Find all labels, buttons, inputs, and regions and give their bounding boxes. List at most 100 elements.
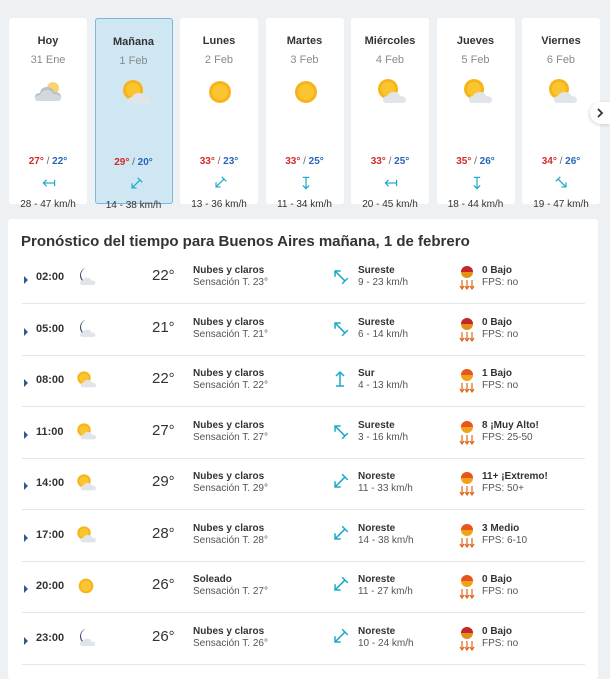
max-temperature: 29°: [114, 157, 130, 168]
day-wind-speed: 20 - 45 km/h: [362, 199, 418, 210]
row-wind-speed: 9 - 23 km/h: [358, 277, 409, 288]
temperature-separator: /: [559, 156, 563, 167]
row-wind-speed: 3 - 16 km/h: [358, 431, 409, 443]
row-wind-direction: Noreste: [358, 522, 396, 534]
row-feels-like: Sensación T. 26°: [193, 637, 268, 649]
forecast-row[interactable]: 11:00 27° Nubes y claros Sensación T. 27° Su…: [22, 407, 585, 459]
row-feels-like: Sensación T. 22°: [193, 380, 268, 391]
min-temperature: 22°: [52, 156, 68, 167]
row-uv-index: 3 Medio: [482, 522, 520, 534]
expand-caret-icon[interactable]: [22, 530, 30, 542]
uv-night-icon: [458, 316, 476, 342]
row-feels-like: Sensación T. 27°: [193, 586, 268, 597]
day-temperatures: 33° / 23°: [180, 156, 258, 167]
day-card-3[interactable]: Martes 3 Feb 33° / 25° 11 - 34 km/h: [265, 18, 344, 210]
temperature-separator: /: [303, 156, 306, 167]
uv-sun-icon: [458, 522, 476, 548]
sun-cloud-icon: [373, 74, 409, 110]
uv-night-icon: [458, 625, 476, 651]
day-name: Mañana: [113, 36, 154, 48]
day-card-4[interactable]: Miércoles 4 Feb 33° / 25° 20 - 45 km/h: [351, 18, 429, 210]
forecast-row[interactable]: 05:00 21° Nubes y claros Sensación T. 21° Su…: [22, 304, 585, 356]
sun-icon: [74, 574, 98, 598]
max-temperature: 33°: [285, 156, 301, 167]
day-temperatures: 27° / 22°: [9, 156, 87, 167]
next-days-button[interactable]: [590, 102, 610, 124]
day-wind-speed: 28 - 47 km/h: [20, 199, 76, 210]
day-name: Martes: [286, 35, 323, 47]
min-temperature: 23°: [223, 156, 239, 167]
chevron-right-icon: [597, 108, 604, 118]
row-time: 14:00: [36, 477, 65, 489]
row-sky-description: Nubes y claros: [193, 471, 265, 482]
moon-cloud-icon: [74, 626, 98, 650]
row-time: 11:00: [36, 425, 64, 438]
sun-icon: [202, 74, 238, 110]
expand-caret-icon[interactable]: [22, 478, 30, 490]
expand-caret-icon[interactable]: [22, 633, 30, 645]
wind-arrow-southwest-icon: [126, 176, 146, 190]
row-temperature: 21°: [152, 318, 175, 336]
cloudy-icon: [31, 74, 67, 110]
row-wind-speed: 11 - 27 km/h: [358, 586, 413, 597]
row-sky-description: Soleado: [193, 574, 232, 585]
row-wind-speed: 11 - 33 km/h: [358, 483, 413, 494]
day-date: 1 Feb: [119, 55, 148, 67]
max-temperature: 33°: [199, 156, 215, 167]
day-date: 4 Feb: [375, 54, 405, 66]
row-temperature: 28°: [152, 524, 175, 542]
row-temperature: 22°: [152, 267, 175, 284]
day-temperatures: 33° / 25°: [266, 156, 344, 167]
row-sky-description: Nubes y claros: [193, 368, 265, 379]
row-fps: FPS: 6-10: [482, 534, 528, 546]
forecast-row[interactable]: 17:00 28° Nubes y claros Sensación T. 28° No…: [22, 510, 585, 562]
expand-caret-icon[interactable]: [22, 427, 30, 439]
day-temperatures: 34° / 26°: [522, 156, 600, 167]
expand-caret-icon[interactable]: [22, 272, 30, 284]
day-card-5[interactable]: Jueves 5 Feb 35° / 26° 18 - 44 km/h: [436, 18, 515, 210]
forecast-row[interactable]: 14:00 29° Nubes y claros Sensación T. 29° No…: [22, 458, 585, 510]
page-title: Pronóstico del tiempo para Buenos Aires …: [21, 233, 470, 250]
wind-arrow-southwest-icon: [210, 175, 230, 189]
forecast-row[interactable]: 23:00 26° Nubes y claros Sensación T. 26° No…: [22, 613, 585, 665]
row-wind-direction: Sureste: [358, 316, 395, 328]
row-uv-index: 0 Bajo: [482, 625, 513, 637]
expand-caret-icon[interactable]: [22, 324, 30, 336]
sun-cloud-icon: [544, 74, 580, 110]
row-fps: FPS: no: [482, 586, 519, 597]
wind-arrow-west-icon: [381, 175, 401, 189]
row-sky-description: Nubes y claros: [193, 625, 265, 637]
day-card-2[interactable]: Lunes 2 Feb 33° / 23° 13 - 36 km/h: [180, 18, 258, 210]
day-name: Viernes: [541, 35, 581, 47]
row-fps: FPS: no: [482, 637, 519, 649]
expand-caret-icon[interactable]: [22, 581, 30, 593]
row-uv-index: 11+ ¡Extremo!: [482, 471, 548, 482]
sun-cloud-icon: [118, 75, 154, 111]
expand-caret-icon[interactable]: [22, 375, 30, 387]
day-date: 5 Feb: [461, 54, 490, 66]
day-wind-speed: 19 - 47 km/h: [533, 199, 589, 210]
uv-night-icon: [458, 264, 476, 291]
row-wind-speed: 14 - 38 km/h: [358, 534, 414, 546]
row-time: 05:00: [36, 322, 65, 335]
day-card-0[interactable]: Hoy 31 Ene 27° / 22° 28 - 47 km/h: [9, 18, 87, 210]
min-temperature: 26°: [479, 156, 495, 167]
forecast-row[interactable]: 20:00 26° Soleado Sensación T. 27° Noreste 11…: [22, 561, 585, 613]
temperature-separator: /: [217, 156, 221, 167]
row-time: 23:00: [36, 631, 65, 644]
row-sky-description: Nubes y claros: [193, 316, 265, 328]
forecast-row[interactable]: 02:00 22° Nubes y claros Sensación T. 23° Su…: [22, 252, 585, 304]
sun-cloud-icon: [74, 420, 98, 444]
row-uv-index: 0 Bajo: [482, 265, 513, 276]
day-card-1[interactable]: Mañana 1 Feb 29° / 20° 14 - 38 km/h: [94, 18, 173, 211]
uv-sun-icon: [458, 470, 476, 497]
day-card-6[interactable]: Viernes 6 Feb 34° / 26° 19 - 47 km/h: [522, 18, 600, 210]
row-sky-description: Nubes y claros: [193, 265, 265, 276]
day-temperatures: 29° / 20°: [96, 157, 172, 168]
row-wind-speed: 4 - 13 km/h: [358, 380, 409, 391]
row-temperature: 22°: [152, 370, 175, 387]
forecast-row[interactable]: 08:00 22° Nubes y claros Sensación T. 22° Su…: [22, 355, 585, 407]
row-uv-index: 0 Bajo: [482, 574, 513, 585]
row-time: 17:00: [36, 528, 65, 541]
max-temperature: 35°: [456, 156, 472, 167]
